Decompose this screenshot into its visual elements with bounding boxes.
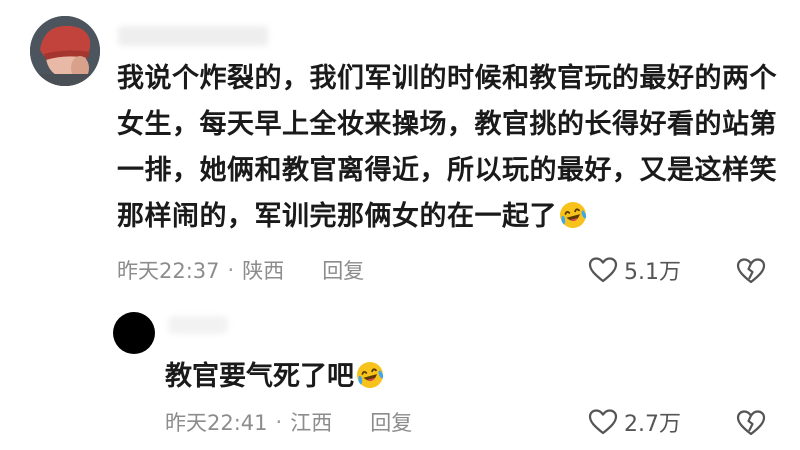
reply-text-content: 教官要气死了吧 xyxy=(165,361,354,392)
heart-outline-icon xyxy=(588,257,618,283)
reply-text: 教官要气死了吧 xyxy=(165,354,384,400)
comment-thread: 我说个炸裂的，我们军训的时候和教官玩的最好的两个女生，每天早上全妆来操场，教官挑… xyxy=(0,0,800,450)
laughing-crying-emoji-icon xyxy=(559,198,587,228)
broken-heart-icon xyxy=(736,410,766,436)
replier-avatar[interactable] xyxy=(113,312,155,354)
comment-meta: 昨天22:37 · 陕西 回复 xyxy=(117,255,364,285)
commenter-username[interactable] xyxy=(118,26,268,46)
replier-username[interactable] xyxy=(168,316,228,334)
reply-time: 昨天22:41 xyxy=(165,411,268,435)
laughing-crying-emoji-icon xyxy=(356,358,384,388)
like-count: 5.1万 xyxy=(624,260,681,285)
meta-separator: · xyxy=(227,258,235,282)
dislike-button[interactable] xyxy=(736,255,766,285)
reply-like-button[interactable]: 2.7万 xyxy=(588,407,681,437)
reply-like-count: 2.7万 xyxy=(624,412,681,437)
reply-button[interactable]: 回复 xyxy=(322,255,364,285)
comment-time: 昨天22:37 xyxy=(117,259,220,283)
commenter-avatar[interactable] xyxy=(30,16,100,86)
comment-text: 我说个炸裂的，我们军训的时候和教官玩的最好的两个女生，每天早上全妆来操场，教官挑… xyxy=(117,56,777,240)
reply-dislike-button[interactable] xyxy=(736,407,766,437)
reply-meta: 昨天22:41 · 江西 回复 xyxy=(165,407,412,437)
reply-reply-button[interactable]: 回复 xyxy=(370,407,412,437)
comment-text-content: 我说个炸裂的，我们军训的时候和教官玩的最好的两个女生，每天早上全妆来操场，教官挑… xyxy=(117,63,777,232)
meta-separator: · xyxy=(275,410,283,434)
like-button[interactable]: 5.1万 xyxy=(588,255,681,285)
avatar-photo xyxy=(30,16,100,86)
reply-location: 江西 xyxy=(290,411,333,435)
heart-outline-icon xyxy=(588,409,618,435)
comment-location: 陕西 xyxy=(242,259,285,283)
broken-heart-icon xyxy=(736,258,766,284)
